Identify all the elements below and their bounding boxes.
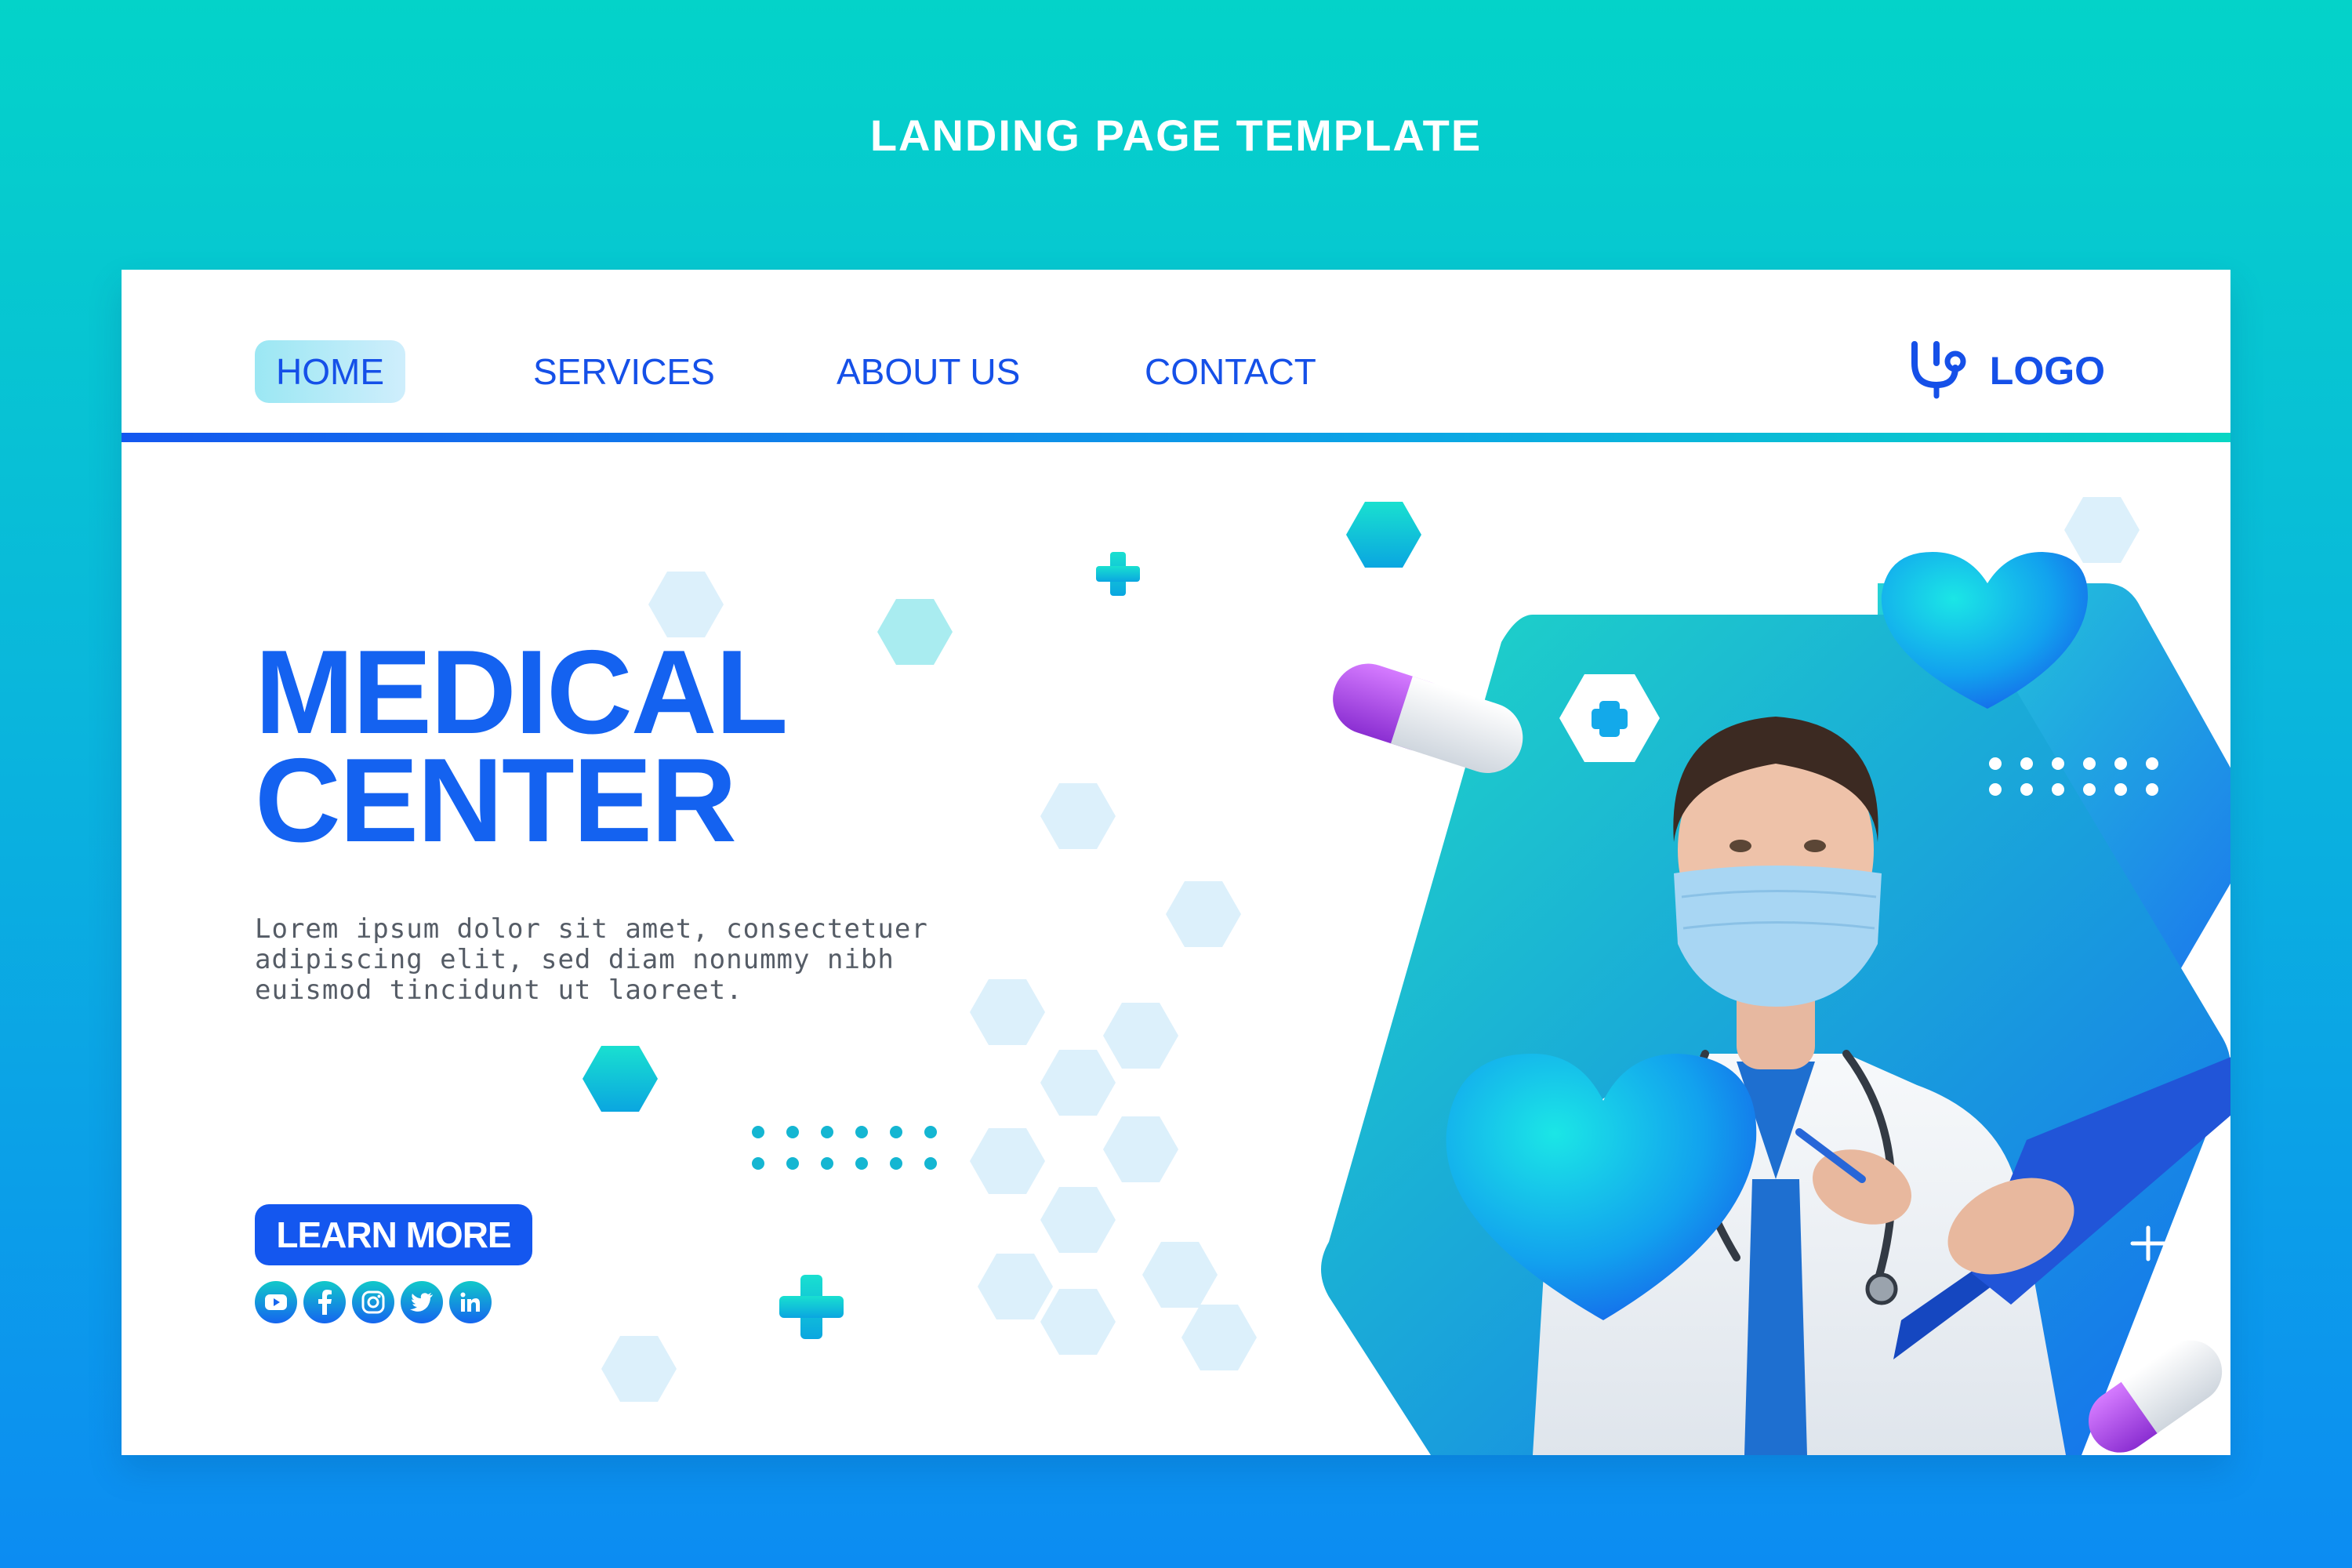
hero-title-line-1: MEDICAL — [255, 626, 788, 759]
hero-description-line-3: euismod tincidunt ut laoreet. — [255, 975, 743, 1006]
social-links — [255, 1281, 492, 1323]
hero-description: Lorem ipsum dolor sit amet, consectetuer… — [255, 913, 928, 1006]
hero-description-line-1: Lorem ipsum dolor sit amet, consectetuer — [255, 913, 928, 945]
facebook-icon[interactable] — [303, 1281, 346, 1323]
instagram-icon[interactable] — [352, 1281, 394, 1323]
youtube-icon[interactable] — [255, 1281, 297, 1323]
hero-description-line-2: adipiscing elit, sed diam nonummy nibh — [255, 944, 895, 975]
learn-more-button[interactable]: LEARN MORE — [255, 1204, 532, 1265]
landing-page-card: HOME SERVICES ABOUT US CONTACT LOGO MEDI… — [122, 270, 2230, 1455]
hero-title-line-2: CENTER — [255, 734, 737, 867]
page-label: LANDING PAGE TEMPLATE — [869, 111, 1483, 160]
hero-illustration — [1321, 552, 2230, 1455]
linkedin-icon[interactable] — [449, 1281, 492, 1323]
twitter-icon[interactable] — [401, 1281, 443, 1323]
hero-title: MEDICAL CENTER — [255, 626, 960, 867]
